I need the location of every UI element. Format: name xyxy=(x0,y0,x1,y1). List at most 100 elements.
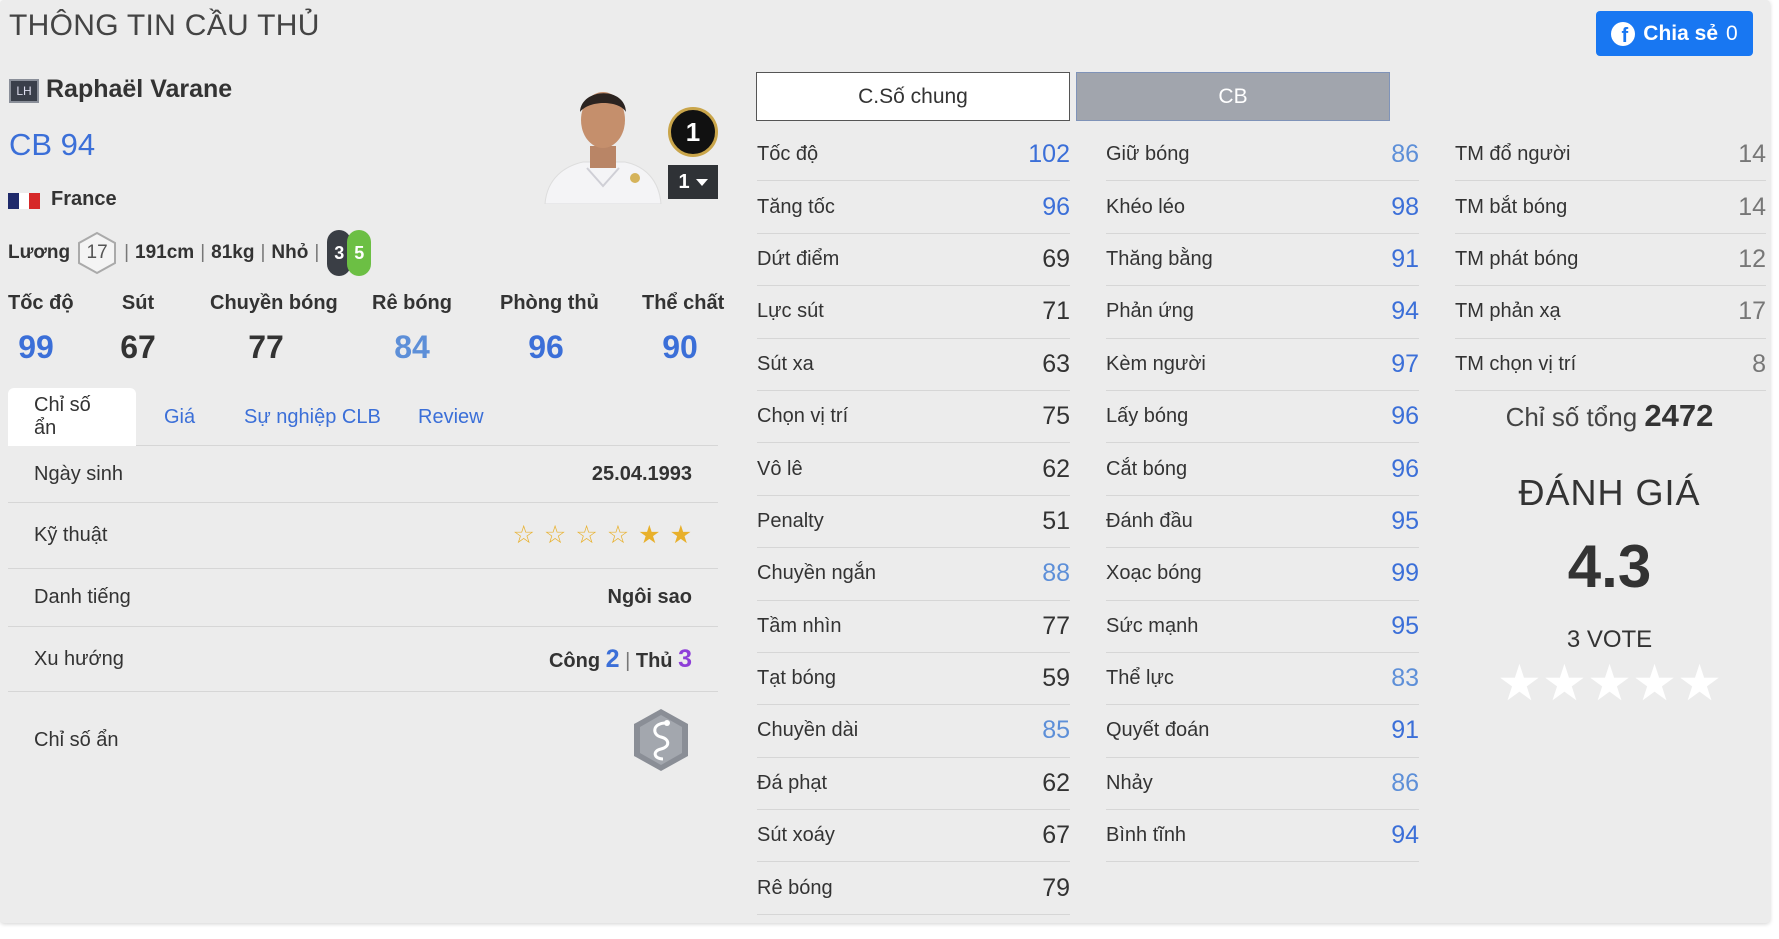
birthdate-value: 25.04.1993 xyxy=(591,462,692,485)
stat-value: 96 xyxy=(1042,192,1070,221)
stat-row: Vô lê 62 xyxy=(757,443,1070,496)
rating-stars[interactable]: ★ ★ ★ ★ ★ xyxy=(1497,658,1722,708)
stat-name: TM bắt bóng xyxy=(1455,195,1568,218)
main-stat-shooting: Sút 67 xyxy=(120,292,156,365)
stat-value: 62 xyxy=(1042,454,1070,483)
stat-value: 59 xyxy=(1042,664,1070,693)
stat-name: Quyết đoán xyxy=(1106,719,1210,742)
france-flag-icon xyxy=(8,193,41,209)
rating-star-icon[interactable]: ★ xyxy=(1632,658,1677,708)
stat-row: Phản ứng 94 xyxy=(1106,286,1419,339)
fame-value: Ngôi sao xyxy=(607,586,692,608)
stat-row: Thể lực 83 xyxy=(1106,653,1419,706)
stat-name: Thể lực xyxy=(1106,667,1174,690)
share-count: 0 xyxy=(1726,21,1738,45)
stat-value: 51 xyxy=(1042,506,1070,535)
salary-hexagon-icon: 17 xyxy=(76,231,118,275)
stat-row: TM đổ người 14 xyxy=(1455,129,1766,182)
stat-row: Dứt điểm 69 xyxy=(757,234,1070,287)
tab-hidden-stats[interactable]: Chỉ số ẩn xyxy=(8,388,136,446)
stat-name: Chuyền ngắn xyxy=(757,562,876,585)
stat-value: 97 xyxy=(1391,349,1419,378)
stat-value: 86 xyxy=(1391,140,1419,169)
stat-row: Kèm người 97 xyxy=(1106,339,1419,391)
flag-stripe-white xyxy=(18,193,30,209)
rating-score: 4.3 xyxy=(1567,533,1652,600)
rating-star-icon[interactable]: ★ xyxy=(1497,658,1542,708)
info-row-hidden-traits: Chỉ số ẩn xyxy=(8,692,718,788)
stat-name: Chuyền dài xyxy=(757,719,859,742)
stats-column-1: Tốc độ 102 Tăng tốc 96 Dứt điểm 69 Lực sút 71 Sú… xyxy=(757,129,1070,915)
salary-label: Lương xyxy=(8,242,71,263)
stat-row: Sức mạnh 95 xyxy=(1106,601,1419,653)
salary-value: 17 xyxy=(86,242,108,263)
share-button[interactable]: f Chia sẻ 0 xyxy=(1596,11,1753,56)
stat-row: Nhảy 86 xyxy=(1106,758,1419,811)
star-empty-icon: ☆ xyxy=(512,521,535,549)
stat-row: Đánh đầu 95 xyxy=(1106,496,1419,549)
stat-value: 71 xyxy=(1042,297,1070,326)
star-empty-icon: ☆ xyxy=(575,521,598,549)
stat-value: 75 xyxy=(1042,402,1070,431)
attack-trend: 2 xyxy=(605,644,620,673)
stat-row: Cắt bóng 96 xyxy=(1106,443,1419,496)
stat-value: 17 xyxy=(1738,297,1766,326)
stat-row: Lực sút 71 xyxy=(757,286,1070,339)
main-stat-passing: Chuyền bóng 77 xyxy=(210,292,338,365)
stat-value: 94 xyxy=(1391,821,1419,850)
tab-position-cb[interactable]: CB xyxy=(1076,72,1390,121)
stat-name: Thăng bằng xyxy=(1106,247,1213,270)
rating-star-icon[interactable]: ★ xyxy=(1587,658,1632,708)
stat-row: Đá phạt 62 xyxy=(757,758,1070,811)
tab-review[interactable]: Review xyxy=(418,388,484,446)
stat-name: TM phản xạ xyxy=(1455,300,1561,323)
stat-value: 63 xyxy=(1042,349,1070,378)
stat-value: 14 xyxy=(1738,140,1766,169)
info-row-fame: Danh tiếng Ngôi sao xyxy=(8,569,718,627)
total-stats-value: 2472 xyxy=(1644,398,1714,433)
stat-row: TM bắt bóng 14 xyxy=(1455,181,1766,234)
stat-value: 102 xyxy=(1028,140,1070,169)
stat-value: 14 xyxy=(1738,192,1766,221)
stat-value: 69 xyxy=(1042,244,1070,273)
stat-name: Bình tĩnh xyxy=(1106,824,1187,847)
weight-value: 81kg xyxy=(211,242,255,263)
stat-value: 62 xyxy=(1042,768,1070,797)
stat-name: Sức mạnh xyxy=(1106,614,1199,637)
stat-name: Phản ứng xyxy=(1106,300,1194,323)
flag-stripe-red xyxy=(29,193,41,209)
tab-club-career[interactable]: Sự nghiệp CLB xyxy=(244,388,381,446)
player-photo xyxy=(544,92,662,204)
hidden-trait-snake-icon[interactable] xyxy=(630,707,692,773)
stat-value: 94 xyxy=(1391,297,1419,326)
stat-value: 79 xyxy=(1042,873,1070,902)
tab-price[interactable]: Giá xyxy=(164,388,195,446)
stat-value: 91 xyxy=(1391,716,1419,745)
stat-row: Tốc độ 102 xyxy=(757,129,1070,182)
height-value: 191cm xyxy=(135,242,195,263)
info-row-trend: Xu hướng Công 2 | Thủ 3 xyxy=(8,627,718,692)
stat-value: 95 xyxy=(1391,506,1419,535)
stat-row: Penalty 51 xyxy=(757,496,1070,549)
skill-stars: ☆ ☆ ☆ ☆ ★ ★ xyxy=(512,523,692,548)
star-filled-icon: ★ xyxy=(638,521,661,549)
stat-row: Rê bóng 79 xyxy=(757,862,1070,915)
info-row-skill: Kỹ thuật ☆ ☆ ☆ ☆ ★ ★ xyxy=(8,503,718,569)
stat-name: TM phát bóng xyxy=(1455,247,1579,270)
stat-name: Kèm người xyxy=(1106,352,1206,375)
stat-value: 96 xyxy=(1391,402,1419,431)
flag-stripe-blue xyxy=(8,193,19,209)
tab-general-stats[interactable]: C.Số chung xyxy=(756,72,1070,121)
stat-value: 95 xyxy=(1391,611,1419,640)
stat-row: Chuyền dài 85 xyxy=(757,705,1070,758)
main-stat-physical: Thể chất 90 xyxy=(642,292,725,365)
rating-star-icon[interactable]: ★ xyxy=(1542,658,1587,708)
stat-value: 12 xyxy=(1738,244,1766,273)
player-name: Raphaël Varane xyxy=(46,75,233,103)
physical-info: Lương 17 | 191cm | 81kg | Nhỏ | 3 5 xyxy=(8,230,372,276)
stat-name: Chọn vị trí xyxy=(757,405,849,428)
strong-foot-icon: 5 xyxy=(347,230,372,276)
rating-title: ĐÁNH GIÁ xyxy=(1518,472,1701,513)
upgrade-level-dropdown[interactable]: 1 xyxy=(668,165,718,199)
rating-star-icon[interactable]: ★ xyxy=(1677,658,1722,708)
